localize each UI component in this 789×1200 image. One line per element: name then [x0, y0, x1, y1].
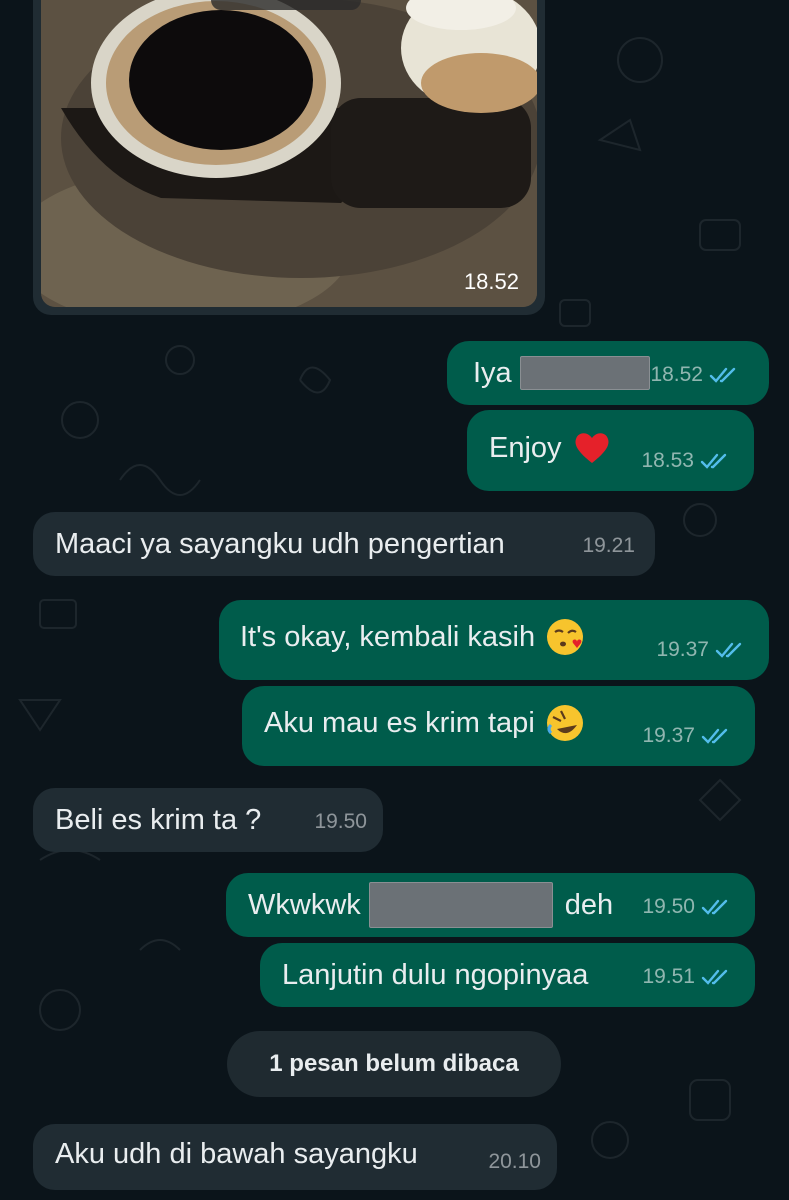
message-time: 19.50	[642, 895, 695, 918]
redacted-block	[368, 882, 553, 928]
message-meta: 19.50	[642, 889, 733, 925]
message-time: 18.52	[650, 363, 703, 386]
outgoing-message[interactable]: It's okay, kembali kasih 19.37	[219, 600, 769, 680]
outgoing-message[interactable]: Iya 18.52	[447, 341, 769, 405]
outgoing-message[interactable]: Wkwkwk deh 19.50	[226, 873, 755, 937]
message-meta: 18.52	[650, 357, 741, 393]
message-time: 19.37	[642, 724, 695, 747]
double-check-icon	[715, 642, 742, 658]
message-text: It's okay, kembali kasih	[240, 621, 536, 653]
red-heart-emoji	[575, 432, 609, 463]
message-text: Beli es krim ta ?	[55, 804, 262, 836]
message-time: 20.10	[488, 1150, 541, 1173]
message-time: 19.21	[582, 534, 635, 557]
chat-area[interactable]: 18.52 Iya 18.52 Enjoy 18.53 Maaci ya say…	[0, 0, 789, 1200]
face-blowing-kiss-emoji	[547, 619, 584, 655]
message-text: Enjoy	[489, 431, 562, 464]
incoming-message[interactable]: Maaci ya sayangku udh pengertian 19.21	[33, 512, 655, 576]
outgoing-message[interactable]: Enjoy 18.53	[467, 410, 754, 491]
unread-banner-text: 1 pesan belum dibaca	[269, 1050, 519, 1077]
message-meta: 19.21	[582, 528, 635, 564]
message-time: 18.52	[463, 269, 519, 294]
rolling-laughing-emoji	[546, 705, 583, 741]
message-meta: 20.10	[488, 1144, 541, 1180]
unread-messages-banner: 1 pesan belum dibaca	[227, 1031, 561, 1097]
outgoing-message[interactable]: Aku mau es krim tapi 19.37	[242, 686, 755, 766]
coffee-photo	[41, 0, 537, 307]
message-time: 19.37	[656, 638, 709, 661]
message-text: Aku mau es krim tapi	[264, 707, 535, 739]
message-time: 19.51	[642, 965, 695, 988]
double-check-icon	[701, 728, 728, 744]
incoming-message[interactable]: Beli es krim ta ? 19.50	[33, 788, 383, 852]
message-meta: 18.53	[641, 443, 732, 479]
message-meta: 19.51	[642, 959, 733, 995]
double-check-icon	[701, 899, 728, 915]
image-message[interactable]: 18.52	[33, 0, 545, 315]
double-check-icon	[700, 453, 727, 469]
message-text-suffix: deh	[564, 889, 614, 921]
outgoing-message[interactable]: Lanjutin dulu ngopinyaa 19.51	[260, 943, 755, 1007]
double-check-icon	[701, 969, 728, 985]
message-text: Aku udh di bawah sayangku	[55, 1138, 418, 1170]
message-meta: 19.50	[314, 804, 367, 840]
photo-thumbnail[interactable]: 18.52	[41, 0, 537, 307]
message-text: Wkwkwk	[248, 889, 361, 921]
redacted-block	[519, 356, 650, 390]
message-text: Maaci ya sayangku udh pengertian	[55, 528, 505, 560]
message-text: Iya	[473, 357, 512, 389]
double-check-icon	[709, 367, 736, 383]
message-meta: 19.37	[642, 718, 733, 754]
incoming-message[interactable]: Aku udh di bawah sayangku 20.10	[33, 1124, 557, 1190]
message-time: 19.50	[314, 810, 367, 833]
message-time: 18.53	[641, 449, 694, 472]
message-meta: 19.37	[656, 632, 747, 668]
message-text: Lanjutin dulu ngopinyaa	[282, 959, 589, 991]
